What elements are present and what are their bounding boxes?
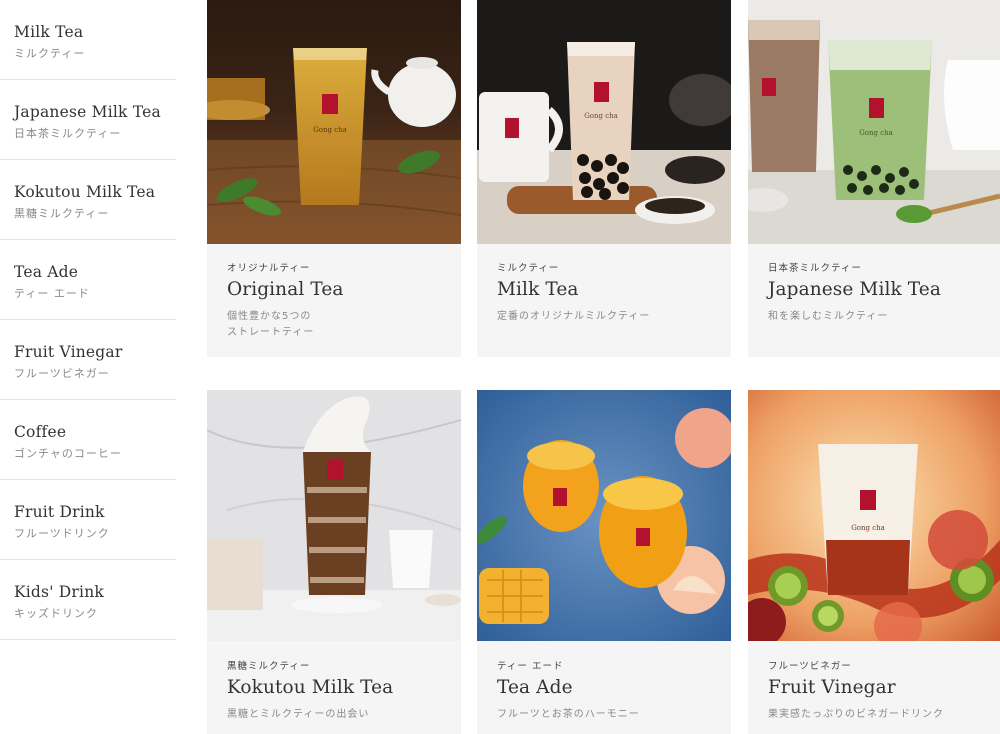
sidebar-item-label: Kids' Drink <box>14 583 104 601</box>
sidebar-item-sublabel: 日本茶ミルクティー <box>14 127 122 140</box>
sidebar-item-sublabel: ティー エード <box>14 287 90 300</box>
original-tea-photo: Gong cha <box>207 0 461 244</box>
menu-card-kokutou-milk-tea[interactable]: 黒糖ミルクティー Kokutou Milk Tea 黒糖とミルクティーの出会い <box>207 390 461 734</box>
sidebar-item-japanese-milk-tea[interactable]: Japanese Milk Tea 日本茶ミルクティー <box>0 80 176 160</box>
card-category: ティー エード <box>497 661 564 672</box>
sidebar-item-label: Japanese Milk Tea <box>14 103 161 121</box>
sidebar-item-sublabel: フルーツドリンク <box>14 527 110 540</box>
card-description: 和を楽しむミルクティー <box>768 311 889 322</box>
menu-card-original-tea[interactable]: Gong cha オリジナルティー Original Tea 個性豊かな5つの … <box>207 0 461 357</box>
menu-card-milk-tea[interactable]: Gong cha ミルクティー Milk Tea 定番のオリジナルミルクティー <box>477 0 731 357</box>
sidebar-item-label: Kokutou Milk Tea <box>14 183 156 201</box>
card-category: フルーツビネガー <box>768 661 852 672</box>
sidebar-item-fruit-drink[interactable]: Fruit Drink フルーツドリンク <box>0 480 176 560</box>
card-description: 定番のオリジナルミルクティー <box>497 311 651 322</box>
sidebar-item-milk-tea[interactable]: Milk Tea ミルクティー <box>0 0 176 80</box>
sidebar-item-label: Milk Tea <box>14 23 84 41</box>
japanese-milk-tea-photo: Gong cha <box>748 0 1000 244</box>
sidebar-item-kids-drink[interactable]: Kids' Drink キッズドリンク <box>0 560 176 640</box>
svg-text:Gong cha: Gong cha <box>584 112 618 120</box>
card-description: 果実感たっぷりのビネガードリンク <box>768 709 944 720</box>
card-title: Original Tea <box>227 279 344 300</box>
svg-text:Gong cha: Gong cha <box>313 126 347 134</box>
tea-ade-photo <box>477 390 731 641</box>
kokutou-milk-tea-photo <box>207 390 461 641</box>
card-category: 黒糖ミルクティー <box>227 661 311 672</box>
card-category: オリジナルティー <box>227 263 311 274</box>
card-category: 日本茶ミルクティー <box>768 263 862 274</box>
sidebar-item-label: Fruit Vinegar <box>14 343 123 361</box>
sidebar-item-tea-ade[interactable]: Tea Ade ティー エード <box>0 240 176 320</box>
card-title: Japanese Milk Tea <box>768 279 941 300</box>
category-sidebar: Milk Tea ミルクティー Japanese Milk Tea 日本茶ミルク… <box>0 0 176 640</box>
card-description: 黒糖とミルクティーの出会い <box>227 709 370 720</box>
menu-card-tea-ade[interactable]: ティー エード Tea Ade フルーツとお茶のハーモニー <box>477 390 731 734</box>
sidebar-item-sublabel: ミルクティー <box>14 47 86 60</box>
card-description: 個性豊かな5つの ストレートティー <box>227 311 315 338</box>
svg-text:Gong cha: Gong cha <box>859 129 893 137</box>
card-category: ミルクティー <box>497 263 560 274</box>
sidebar-item-sublabel: フルーツビネガー <box>14 367 110 380</box>
sidebar-item-label: Coffee <box>14 423 67 441</box>
card-title: Milk Tea <box>497 279 579 300</box>
menu-card-fruit-vinegar[interactable]: Gong cha フルーツビネガー Fruit Vinegar 果実感たっぷりの… <box>748 390 1000 734</box>
fruit-vinegar-photo: Gong cha <box>748 390 1000 641</box>
card-title: Kokutou Milk Tea <box>227 677 394 698</box>
sidebar-item-sublabel: ゴンチャのコーヒー <box>14 447 122 460</box>
sidebar-item-coffee[interactable]: Coffee ゴンチャのコーヒー <box>0 400 176 480</box>
card-title: Tea Ade <box>497 677 573 698</box>
card-description: フルーツとお茶のハーモニー <box>497 709 640 720</box>
milk-tea-photo: Gong cha <box>477 0 731 244</box>
menu-card-japanese-milk-tea[interactable]: Gong cha 日本茶ミルクティー Japanese Milk Tea 和を楽… <box>748 0 1000 357</box>
sidebar-item-fruit-vinegar[interactable]: Fruit Vinegar フルーツビネガー <box>0 320 176 400</box>
sidebar-item-label: Tea Ade <box>14 263 79 281</box>
sidebar-item-sublabel: 黒糖ミルクティー <box>14 207 110 220</box>
sidebar-item-label: Fruit Drink <box>14 503 105 521</box>
card-title: Fruit Vinegar <box>768 677 896 698</box>
sidebar-item-kokutou-milk-tea[interactable]: Kokutou Milk Tea 黒糖ミルクティー <box>0 160 176 240</box>
sidebar-item-sublabel: キッズドリンク <box>14 607 98 620</box>
svg-text:Gong cha: Gong cha <box>851 524 885 532</box>
